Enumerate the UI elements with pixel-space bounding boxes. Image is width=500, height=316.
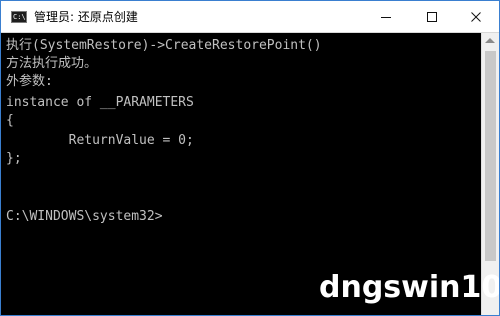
console-line: 外参数: — [6, 74, 53, 89]
console-window: C:\ 管理员: 还原点创建 执行(SystemRestore)->Create… — [0, 0, 500, 316]
site-watermark: dngswin10.com — [319, 270, 500, 305]
minimize-icon — [381, 16, 391, 18]
console-line: }; — [6, 151, 22, 166]
cmd-console-icon: C:\ — [11, 11, 27, 23]
minimize-button[interactable] — [363, 1, 409, 32]
console-line: instance of __PARAMETERS — [6, 95, 194, 110]
console-line: { — [6, 113, 14, 128]
console-line: ReturnValue = 0; — [6, 133, 194, 148]
close-icon — [471, 11, 481, 22]
scroll-thumb[interactable] — [485, 51, 496, 261]
title-bar[interactable]: C:\ 管理员: 还原点创建 — [1, 1, 499, 33]
scroll-up-arrow-icon[interactable] — [485, 38, 495, 43]
console-line: 方法执行成功。 — [6, 56, 98, 71]
maximize-button[interactable] — [409, 1, 455, 32]
close-button[interactable] — [453, 1, 499, 32]
command-prompt[interactable]: C:\WINDOWS\system32> — [6, 208, 163, 226]
console-line: 执行(SystemRestore)->CreateRestorePoint() — [6, 38, 322, 53]
maximize-icon — [427, 11, 437, 22]
window-title: 管理员: 还原点创建 — [34, 10, 138, 24]
